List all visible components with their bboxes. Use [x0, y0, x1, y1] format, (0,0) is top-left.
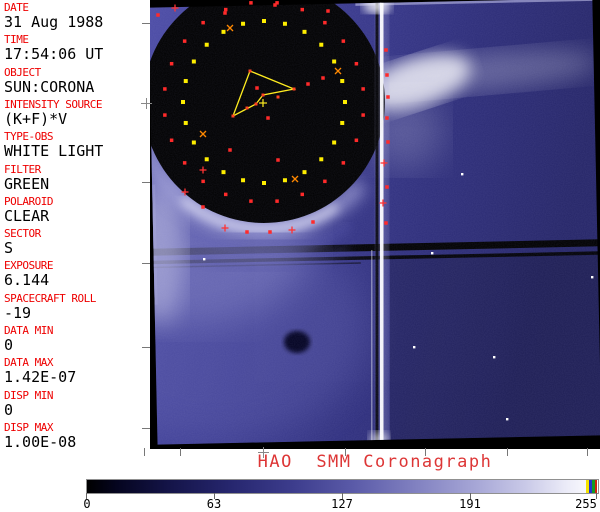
axis-tick-left [142, 182, 150, 183]
field-label: DISP MAX [4, 420, 53, 434]
metadata-field-object: OBJECT SUN:CORONA [4, 67, 150, 95]
axis-tick-left [142, 428, 150, 429]
field-label: FILTER [4, 162, 41, 176]
colorbar-tick-label: 255 [575, 497, 597, 511]
metadata-panel: DATE 31 Aug 1988 TIME 17:54:06 UT OBJECT SUN:… [0, 0, 150, 450]
field-value: SUN:CORONA [4, 77, 95, 96]
colorbar-glitch-red [594, 480, 597, 493]
field-label: POLAROID [4, 194, 53, 208]
colorbar-tick-label: 0 [83, 497, 91, 511]
coronagraph-scene [143, 0, 600, 449]
metadata-field-disp-min: DISP MIN 0 [4, 390, 150, 418]
star-speckle [591, 276, 594, 279]
field-value: CLEAR [4, 206, 50, 225]
field-label: TIME [4, 33, 29, 47]
colorbar-tick-label: 191 [459, 497, 481, 511]
star-speckle [431, 252, 434, 255]
field-label: DATE [4, 1, 29, 14]
field-value: 6.144 [4, 271, 50, 290]
field-label: INTENSITY SOURCE [4, 97, 102, 111]
metadata-field-polaroid: POLAROID CLEAR [4, 196, 150, 224]
field-label: DATA MIN [4, 324, 53, 337]
field-value: 0 [4, 336, 14, 354]
axis-tick-left [142, 263, 150, 264]
field-label: EXPOSURE [4, 259, 53, 273]
star-speckle [506, 418, 509, 421]
field-value: S [4, 239, 14, 258]
field-value: 17:54:06 UT [4, 45, 104, 64]
field-value: 0 [4, 400, 14, 419]
field-value: 1.42E-07 [4, 368, 77, 387]
star-speckle [461, 173, 464, 176]
field-value: (K+F)*V [4, 109, 68, 128]
sun-center-marker-left [146, 98, 147, 109]
metadata-field-exposure: EXPOSURE 6.144 [4, 260, 150, 288]
field-label: DISP MIN [4, 388, 53, 402]
metadata-field-date: DATE 31 Aug 1988 [4, 2, 150, 30]
metadata-field-filter: FILTER GREEN [4, 164, 150, 192]
field-value: 1.00E-08 [4, 432, 77, 451]
coronagraph-image [143, 0, 600, 449]
image-title: HAO SMM Coronagraph [257, 452, 493, 472]
metadata-field-time: TIME 17:54:06 UT [4, 34, 150, 62]
metadata-field-data-max: DATA MAX 1.42E-07 [4, 357, 150, 385]
metadata-field-data-min: DATA MIN 0 [4, 325, 150, 353]
axis-tick-left [142, 347, 150, 348]
axis-tick-bottom [144, 448, 145, 456]
field-label: DATA MAX [4, 356, 53, 370]
field-value: GREEN [4, 174, 50, 193]
metadata-field-type-obs: TYPE-OBS WHITE LIGHT [4, 131, 150, 159]
grain-texture [150, 0, 600, 445]
smm-coronagraph-viewer: DATE 31 Aug 1988 TIME 17:54:06 UT OBJECT SUN:… [0, 0, 600, 512]
star-speckle [493, 356, 496, 359]
intensity-colorbar [86, 479, 599, 494]
star-speckle [413, 346, 416, 349]
field-label: SECTOR [4, 227, 41, 241]
field-label: OBJECT [4, 65, 41, 79]
metadata-field-disp-max: DISP MAX 1.00E-08 [4, 422, 150, 450]
field-value: WHITE LIGHT [4, 142, 104, 161]
star-speckle [203, 258, 206, 261]
colorbar-tick-label: 127 [331, 497, 353, 511]
metadata-field-sector: SECTOR S [4, 228, 150, 256]
axis-tick-left [142, 23, 150, 24]
field-value: -19 [4, 303, 32, 322]
field-label: SPACECRAFT ROLL [4, 291, 96, 305]
field-value: 31 Aug 1988 [4, 13, 104, 31]
field-label: TYPE-OBS [4, 130, 53, 144]
colorbar-tick-label: 63 [206, 497, 222, 511]
metadata-field-spacecraft-roll: SPACECRAFT ROLL -19 [4, 293, 150, 321]
metadata-field-intensity-source: INTENSITY SOURCE (K+F)*V [4, 99, 150, 127]
